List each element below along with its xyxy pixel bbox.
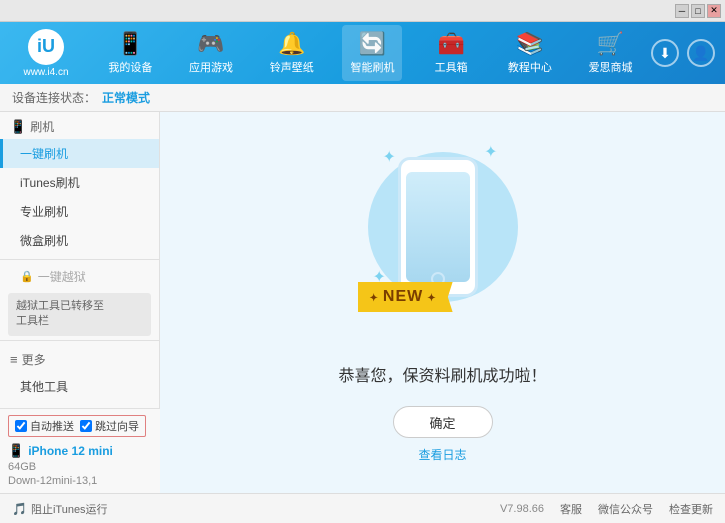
maximize-button[interactable]: □: [691, 4, 705, 18]
nav-tutorial[interactable]: 📚 教程中心: [500, 25, 560, 81]
device-version: Down-12mini-13,1: [8, 475, 152, 487]
download-button[interactable]: ⬇: [651, 39, 679, 67]
shop-icon: 🛒: [597, 31, 624, 57]
nav-apps-games[interactable]: 🎮 应用游戏: [181, 25, 241, 81]
phone-illustration: ✦ ✦ ✦ NEW: [363, 142, 523, 342]
toolbox-label: 工具箱: [435, 59, 468, 75]
bottom-bar: 🎵 阻止iTunes运行 V7.98.66 客服 微信公众号 检查更新: [0, 493, 725, 523]
status-label: 设备连接状态：: [12, 89, 96, 106]
logo-circle: iU: [28, 29, 64, 65]
nav-items: 📱 我的设备 🎮 应用游戏 🔔 铃声壁纸 🔄 智能刷机 🧰 工具箱 📚 教程中心…: [90, 25, 651, 81]
nav-toolbox[interactable]: 🧰 工具箱: [423, 25, 479, 81]
device-icon: 📱: [8, 443, 24, 459]
jailbreak-notice: 越狱工具已转移至工具栏: [8, 293, 151, 336]
confirm-button[interactable]: 确定: [393, 406, 493, 438]
device-name: iPhone 12 mini: [28, 444, 113, 458]
sidebar-item-pro-flash[interactable]: 专业刷机: [0, 197, 159, 226]
auto-push-label: 自动推送: [30, 418, 74, 434]
main-container: 📱 刷机 一键刷机 iTunes刷机 专业刷机 微盒刷机 🔒 一键越狱 越狱工具…: [0, 112, 725, 493]
success-text: 恭喜您，保资料刷机成功啦！: [338, 362, 546, 386]
smart-flash-label: 智能刷机: [350, 59, 394, 75]
toolbox-icon: 🧰: [437, 31, 464, 57]
skip-wizard-checkbox[interactable]: 跳过向导: [80, 418, 139, 434]
window-controls[interactable]: ─ □ ✕: [675, 4, 721, 18]
nav-smart-flash[interactable]: 🔄 智能刷机: [342, 25, 402, 81]
tutorial-label: 教程中心: [508, 59, 552, 75]
micro-flash-label: 微盒刷机: [20, 234, 68, 248]
apps-games-label: 应用游戏: [189, 59, 233, 75]
nav-shop[interactable]: 🛒 爱思商城: [581, 25, 641, 81]
shop-label: 爱思商城: [589, 59, 633, 75]
minimize-button[interactable]: ─: [675, 4, 689, 18]
sidebar: 📱 刷机 一键刷机 iTunes刷机 专业刷机 微盒刷机 🔒 一键越狱 越狱工具…: [0, 112, 160, 493]
lock-icon: 🔒: [20, 270, 34, 283]
my-device-label: 我的设备: [108, 59, 152, 75]
check-update-link[interactable]: 检查更新: [669, 501, 713, 517]
flash-section-icon: 📱: [10, 119, 26, 135]
nav-my-device[interactable]: 📱 我的设备: [100, 25, 160, 81]
sidebar-item-one-click-flash[interactable]: 一键刷机: [0, 139, 159, 168]
device-storage: 64GB: [8, 461, 152, 473]
itunes-icon: 🎵: [12, 502, 27, 516]
version-text: V7.98.66: [500, 503, 544, 515]
day-log-link[interactable]: 查看日志: [418, 446, 466, 463]
jailbreak-label: 一键越狱: [38, 268, 86, 285]
logo-url: www.i4.cn: [23, 67, 68, 78]
itunes-label: 阻止iTunes运行: [31, 501, 108, 517]
status-value: 正常模式: [102, 89, 150, 106]
skip-wizard-input[interactable]: [80, 420, 92, 432]
more-section-icon: ≡: [10, 352, 18, 367]
tutorial-icon: 📚: [516, 31, 543, 57]
flash-section-label: 刷机: [30, 118, 54, 135]
one-click-flash-label: 一键刷机: [20, 147, 68, 161]
jailbreak-notice-text: 越狱工具已转移至工具栏: [16, 300, 104, 327]
more-section-label: 更多: [22, 351, 46, 368]
auto-push-checkbox[interactable]: 自动推送: [15, 418, 74, 434]
skip-wizard-label: 跳过向导: [95, 418, 139, 434]
new-banner: NEW: [358, 282, 453, 312]
pro-flash-label: 专业刷机: [20, 205, 68, 219]
other-tools-label: 其他工具: [20, 380, 68, 394]
bottom-left: 🎵 阻止iTunes运行: [12, 501, 108, 517]
nav-right: ⬇ 👤: [651, 39, 715, 67]
sidebar-more-title: ≡ 更多: [0, 345, 159, 372]
phone-screen: [406, 172, 470, 282]
bottom-right: V7.98.66 客服 微信公众号 检查更新: [500, 501, 713, 517]
close-button[interactable]: ✕: [707, 4, 721, 18]
sidebar-divider-1: [0, 259, 159, 260]
ringtones-label: 铃声壁纸: [270, 59, 314, 75]
content-area: ✦ ✦ ✦ NEW 恭喜您，保资料刷机成功啦！ 确定 查看日志: [160, 112, 725, 493]
logo[interactable]: iU www.i4.cn: [10, 29, 82, 78]
sidebar-divider-2: [0, 340, 159, 341]
sidebar-flash-title: 📱 刷机: [0, 112, 159, 139]
auto-push-input[interactable]: [15, 420, 27, 432]
itunes-flash-label: iTunes刷机: [20, 176, 80, 190]
nav-ringtones[interactable]: 🔔 铃声壁纸: [262, 25, 322, 81]
user-button[interactable]: 👤: [687, 39, 715, 67]
nav-bar: iU www.i4.cn 📱 我的设备 🎮 应用游戏 🔔 铃声壁纸 🔄 智能刷机…: [0, 22, 725, 84]
sparkle-icon-2: ✦: [484, 142, 497, 162]
logo-icon: iU: [37, 36, 55, 57]
sidebar-item-other-tools[interactable]: 其他工具: [0, 372, 159, 401]
sparkle-icon-1: ✦: [383, 147, 396, 167]
wechat-public-link[interactable]: 微信公众号: [598, 501, 653, 517]
customer-service-link[interactable]: 客服: [560, 501, 582, 517]
my-device-icon: 📱: [117, 31, 144, 57]
apps-games-icon: 🎮: [197, 31, 224, 57]
status-bar: 设备连接状态： 正常模式: [0, 84, 725, 112]
title-bar: ─ □ ✕: [0, 0, 725, 22]
sidebar-jailbreak-title: 🔒 一键越狱: [0, 264, 159, 289]
sidebar-item-itunes-flash[interactable]: iTunes刷机: [0, 168, 159, 197]
smart-flash-icon: 🔄: [359, 31, 386, 57]
ringtones-icon: 🔔: [278, 31, 305, 57]
sidebar-item-micro-flash[interactable]: 微盒刷机: [0, 226, 159, 255]
phone-body: [398, 157, 478, 297]
